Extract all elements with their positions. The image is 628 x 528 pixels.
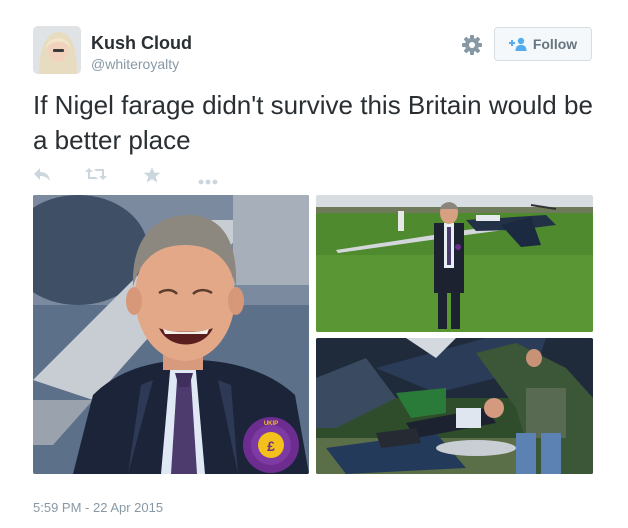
ukip-rosette: £ UKIP <box>243 417 299 473</box>
ukip-badge-text: UKIP <box>264 421 278 427</box>
photo-laughing-man-with-ukip-rosette[interactable]: £ UKIP <box>33 195 309 474</box>
gear-icon[interactable] <box>461 34 483 56</box>
svg-text:£: £ <box>267 438 275 454</box>
tweet-text: If Nigel farage didn't survive this Brit… <box>33 90 593 155</box>
follow-label: Follow <box>532 36 578 52</box>
author-fullname[interactable]: Kush Cloud <box>91 33 192 53</box>
tweet-timestamp[interactable]: 5:59 PM - 22 Apr 2015 <box>33 500 163 515</box>
add-user-icon <box>508 37 527 51</box>
follow-button[interactable]: Follow <box>494 27 592 61</box>
avatar[interactable] <box>33 26 81 74</box>
more-icon[interactable] <box>198 172 218 190</box>
author-username[interactable]: @whiteroyalty <box>91 55 192 73</box>
photo-man-standing-near-crashed-plane[interactable] <box>316 195 593 332</box>
reply-icon[interactable] <box>33 166 51 187</box>
favorite-icon[interactable] <box>143 166 161 189</box>
photo-man-in-plane-wreckage[interactable] <box>316 338 593 474</box>
retweet-icon[interactable] <box>85 166 107 187</box>
author-block: Kush Cloud @whiteroyalty <box>91 33 192 73</box>
avatar-image <box>33 26 81 74</box>
